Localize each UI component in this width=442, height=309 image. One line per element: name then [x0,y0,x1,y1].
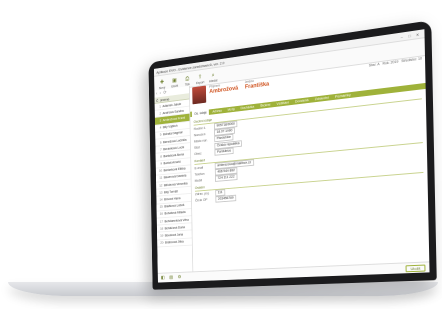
row-number: 2 [159,111,162,116]
row-name: Bohatová Milada [164,210,186,216]
row-name: Boudová Jana [164,232,183,238]
field-input[interactable]: 203456789 [215,194,237,203]
detail-panel: Příjmení Ambrožová Jméno Františka Stav:… [190,54,430,272]
row-number: 15 [159,205,163,209]
row-name: Bínová Hana [164,196,181,202]
row-number: 9 [160,161,162,166]
row-name: Bělohová Veronika [163,181,188,187]
laptop-screen-area: Aplikace EVO - Evidence zaměstnanců, ver… [0,0,442,309]
product-shot: Aplikace EVO - Evidence zaměstnanců, ver… [0,0,442,309]
row-number: 5 [159,133,162,137]
field-label: Mobil [194,178,203,183]
center-field[interactable]: Středisko: 10 [401,56,422,63]
row-number: 20 [160,241,164,245]
employee-photo [192,85,207,105]
row-name: Bauerová Daniela [163,174,187,180]
save-button[interactable]: Uložit [405,264,426,272]
employee-sidebar: ‹ › ⟳ Č Jméno 1 Adámek Jakub 2 Andrlová San… [154,85,194,274]
forward-icon[interactable]: › [160,91,161,96]
settings-icon[interactable]: ⚙ [178,275,182,280]
row-number: 18 [160,226,164,231]
row-name: Boháčová Dana [164,225,185,231]
app-window: Aplikace EVO - Evidence zaměstnanců, ver… [153,29,430,283]
status-field[interactable]: Stav: A [369,62,380,67]
list-item[interactable]: 20 Brabcová Jitka [157,238,192,248]
table-icon[interactable]: ▤ [169,275,173,280]
row-name: Brabcová Jitka [164,239,184,245]
year-field[interactable]: Rok: 2019 [382,60,398,66]
row-number: 14 [159,197,163,202]
back-icon[interactable]: ‹ [156,91,157,96]
row-number: 8 [160,154,162,159]
field-label: Obec [194,151,202,157]
layout-icon[interactable]: ◧ [161,275,165,280]
row-name: Bohdaneková Věra [164,217,189,223]
row-name: Baránková Eliška [163,166,186,173]
row-number: 13 [159,190,163,195]
minimize-button[interactable]: – [398,33,406,39]
row-number: 4 [159,126,162,130]
row-number: 6 [159,140,162,145]
row-name: Bílý Tomáš [164,189,178,195]
row-name: Blažková Luboš [164,203,185,209]
row-number: 19 [160,233,164,238]
firstname-block: Jméno Františka [245,77,269,90]
row-number: 7 [160,147,162,152]
row-number: 11 [159,176,163,181]
row-number: 3 [159,118,162,123]
row-number: 10 [158,169,163,173]
row-number: 12 [159,183,163,188]
close-button[interactable]: ✕ [413,31,421,37]
maximize-button[interactable]: □ [406,32,414,38]
refresh-icon[interactable]: ⟳ [163,90,166,96]
row-number: 1 [159,104,161,109]
surname-block: Příjmení Ambrožová [209,81,238,95]
window-body: ‹ › ⟳ Č Jméno 1 Adámek Jakub 2 Andrlová San… [154,54,429,274]
laptop-bezel: Aplikace EVO - Evidence zaměstnanců, ver… [148,20,437,290]
row-number: 16 [159,212,163,217]
field-label: Číslo OP [195,198,208,203]
row-number: 17 [159,219,164,224]
employee-list: 1 Adámek Jakub 2 Andrlová Sandra 3 Ambrožová … [154,99,192,248]
